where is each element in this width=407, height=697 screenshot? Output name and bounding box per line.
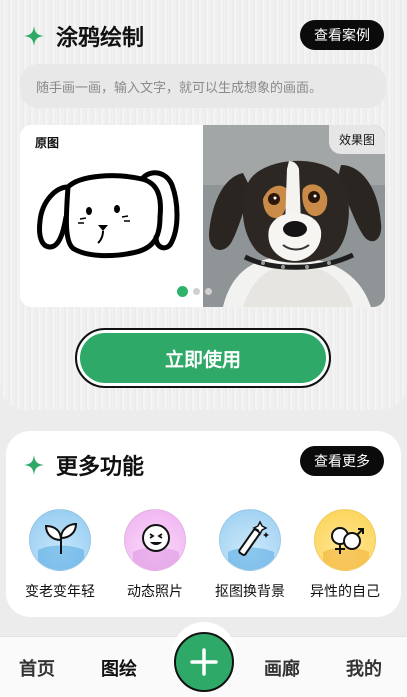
- magic-wand-icon: [219, 509, 281, 571]
- effect-tag: 效果图: [328, 125, 385, 154]
- carousel-dot-active[interactable]: [177, 286, 188, 297]
- more-features-section: 更多功能 查看更多 变老变年轻 动态照片 抠图换背景 异性的自己: [6, 431, 401, 617]
- smiley-icon: [124, 509, 186, 571]
- feature-label: 变老变年轻: [25, 584, 95, 600]
- nav-mine[interactable]: 我的: [346, 655, 382, 681]
- feature-live-photo[interactable]: 动态照片: [110, 509, 200, 601]
- carousel-dot[interactable]: [205, 288, 212, 295]
- carousel-indicator: [177, 286, 212, 297]
- sparkle-icon: [24, 455, 44, 475]
- view-cases-button[interactable]: 查看案例: [300, 20, 384, 50]
- carousel-dot[interactable]: [193, 288, 200, 295]
- effect-image: 效果图: [203, 125, 385, 307]
- nav-gallery[interactable]: 画廊: [264, 655, 300, 681]
- doodle-section-header: 涂鸦绘制: [24, 20, 144, 52]
- more-title: 更多功能: [56, 455, 145, 480]
- original-image: 原图: [20, 125, 203, 307]
- sprout-icon: [29, 509, 91, 571]
- dog-doodle-icon: [37, 170, 180, 259]
- more-section-header: 更多功能: [24, 449, 144, 481]
- nav-draw[interactable]: 图绘: [101, 655, 137, 681]
- before-after-carousel[interactable]: 原图 效果图: [20, 125, 385, 307]
- feature-opposite-gender[interactable]: 异性的自己: [300, 509, 390, 601]
- sparkle-icon: [24, 26, 44, 46]
- doodle-prompt[interactable]: 随手画一画，输入文字，就可以生成想象的画面。: [20, 64, 386, 108]
- feature-label: 抠图换背景: [215, 584, 285, 600]
- use-now-button[interactable]: 立即使用: [75, 328, 331, 388]
- feature-cutout-background[interactable]: 抠图换背景: [205, 509, 295, 601]
- gender-icon: [314, 509, 376, 571]
- create-button[interactable]: [174, 632, 234, 692]
- doodle-title: 涂鸦绘制: [56, 26, 145, 51]
- nav-home[interactable]: 首页: [19, 655, 55, 681]
- feature-label: 动态照片: [127, 584, 183, 600]
- feature-label: 异性的自己: [310, 584, 380, 600]
- view-more-button[interactable]: 查看更多: [300, 446, 384, 476]
- feature-age-change[interactable]: 变老变年轻: [15, 509, 105, 601]
- plus-icon: [190, 648, 218, 676]
